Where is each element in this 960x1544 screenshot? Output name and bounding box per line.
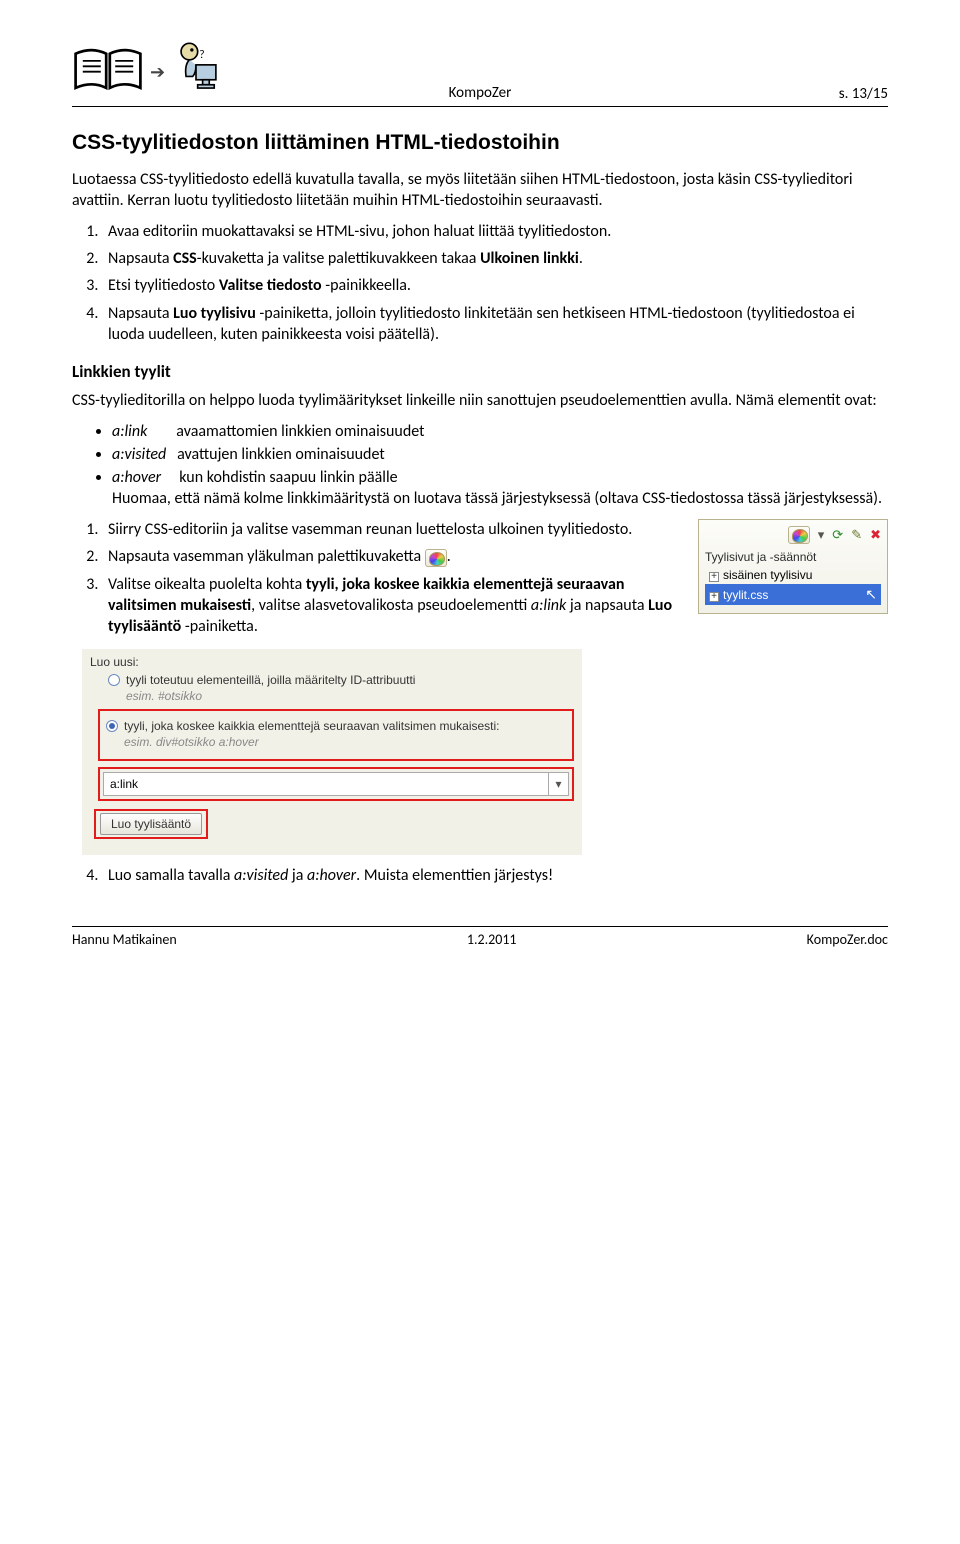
delete-icon[interactable]: ✖ — [870, 527, 881, 543]
stylesheets-panel: ▾ ⟳ ✎ ✖ Tyylisivut ja -säännöt +sisäinen… — [698, 519, 888, 614]
footer-author: Hannu Matikainen — [72, 931, 177, 948]
create-style-dialog: Luo uusi: tyyli toteutuu elementeillä, j… — [82, 649, 582, 855]
intro-paragraph: Luotaessa CSS-tyylitiedosto edellä kuvat… — [72, 169, 888, 211]
header-title: KompoZer — [449, 84, 512, 102]
dialog-option-id[interactable]: tyyli toteutuu elementeillä, joilla määr… — [108, 673, 574, 687]
radio-checked-icon[interactable] — [106, 720, 118, 732]
step-c4: Luo samalla tavalla a:visited ja a:hover… — [102, 865, 888, 886]
book-icon — [72, 44, 144, 99]
footer-filename: KompoZer.doc — [807, 931, 888, 948]
dialog-hint-2: esim. div#otsikko a:hover — [124, 735, 566, 749]
dialog-option-selector-box: tyyli, joka koskee kaikkia elementtejä s… — [98, 709, 574, 761]
selector-input-wrap: ▾ — [103, 772, 569, 796]
footer-date: 1.2.2011 — [467, 931, 517, 948]
dropdown-icon[interactable]: ▾ — [548, 773, 568, 795]
arrow-right-icon: ➔ — [150, 61, 165, 83]
svg-text:?: ? — [199, 48, 204, 62]
steps-list-c: Luo samalla tavalla a:visited ja a:hover… — [72, 865, 888, 886]
dialog-button-box: Luo tyylisääntö — [94, 809, 208, 839]
create-rule-button[interactable]: Luo tyylisääntö — [100, 813, 202, 835]
palette-icon-inline — [425, 549, 447, 567]
pseudo-intro: CSS-tyylieditorilla on helppo luoda tyyl… — [72, 390, 888, 411]
palette-icon[interactable] — [788, 526, 810, 544]
page-heading: CSS-tyylitiedoston liittäminen HTML-tied… — [72, 131, 888, 155]
pseudo-link: a:link avaamattomien linkkien ominaisuud… — [112, 421, 888, 442]
radio-unchecked-icon[interactable] — [108, 674, 120, 686]
dialog-input-box: ▾ — [98, 767, 574, 801]
dialog-hint-1: esim. #otsikko — [126, 689, 574, 703]
panel-title: Tyylisivut ja -säännöt — [705, 548, 881, 566]
cursor-icon: ↖ — [865, 586, 877, 603]
panel-item-internal[interactable]: +sisäinen tyylisivu — [705, 566, 881, 584]
step-a3: Etsi tyylitiedosto Valitse tiedosto -pai… — [102, 275, 888, 296]
dialog-option-selector[interactable]: tyyli, joka koskee kaikkia elementtejä s… — [106, 719, 566, 733]
edit-icon[interactable]: ✎ — [851, 527, 862, 543]
panel-item-external[interactable]: +tyylit.css↖ — [705, 584, 881, 605]
step-a4: Napsauta Luo tyylisivu -painiketta, joll… — [102, 303, 888, 345]
step-a2: Napsauta CSS-kuvaketta ja valitse palett… — [102, 248, 888, 269]
pseudo-list: a:link avaamattomien linkkien ominaisuud… — [72, 421, 888, 509]
header-icons: ➔ ? — [72, 40, 221, 103]
page-footer: Hannu Matikainen 1.2.2011 KompoZer.doc — [72, 926, 888, 948]
steps-list-a: Avaa editoriin muokattavaksi se HTML-siv… — [72, 221, 888, 345]
refresh-icon[interactable]: ⟳ — [832, 527, 843, 543]
step-a1: Avaa editoriin muokattavaksi se HTML-siv… — [102, 221, 888, 242]
pseudo-hover: a:hover kun kohdistin saapuu linkin pääl… — [112, 467, 888, 509]
dialog-label: Luo uusi: — [90, 655, 574, 669]
header-page: s. 13/15 — [839, 85, 888, 103]
pseudo-visited: a:visited avattujen linkkien ominaisuude… — [112, 444, 888, 465]
subheading-links: Linkkien tyylit — [72, 361, 888, 382]
thinker-monitor-icon: ? — [171, 40, 221, 103]
selector-input[interactable] — [104, 775, 548, 793]
